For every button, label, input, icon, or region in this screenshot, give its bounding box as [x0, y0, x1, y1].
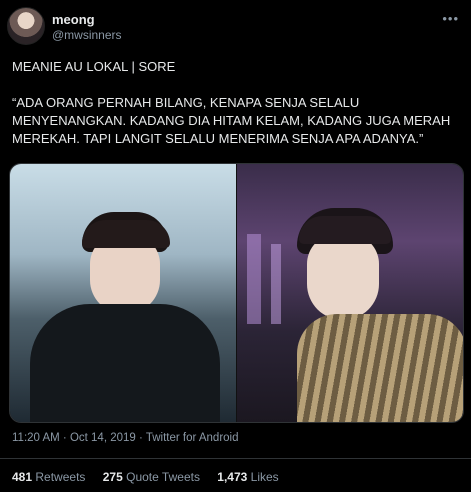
photo-left[interactable] — [10, 164, 236, 422]
user-handle[interactable]: @mwsinners — [52, 28, 122, 42]
engagement-stats: 481 Retweets 275 Quote Tweets 1,473 Like… — [12, 470, 293, 484]
likes-stat[interactable]: 1,473 Likes — [217, 470, 278, 484]
retweets-count: 481 — [12, 470, 33, 484]
retweets-stat[interactable]: 481 Retweets — [12, 470, 85, 484]
likes-count: 1,473 — [217, 470, 248, 484]
likes-label: Likes — [250, 470, 279, 484]
quotes-count: 275 — [102, 470, 123, 484]
quotes-stat[interactable]: 275 Quote Tweets — [103, 470, 200, 484]
display-name[interactable]: meong — [52, 12, 95, 27]
tweet-meta[interactable]: 11:20 AM · Oct 14, 2019 · Twitter for An… — [12, 432, 239, 444]
tweet-media[interactable] — [9, 163, 464, 423]
more-options-icon[interactable]: ••• — [442, 11, 459, 26]
tweet-text: MEANIE AU LOKAL | SORE “ADA ORANG PERNAH… — [12, 59, 451, 146]
photo-right[interactable] — [236, 164, 463, 422]
quotes-label: Quote Tweets — [126, 470, 200, 484]
divider — [0, 458, 471, 459]
avatar[interactable] — [7, 7, 45, 45]
retweets-label: Retweets — [35, 470, 86, 484]
